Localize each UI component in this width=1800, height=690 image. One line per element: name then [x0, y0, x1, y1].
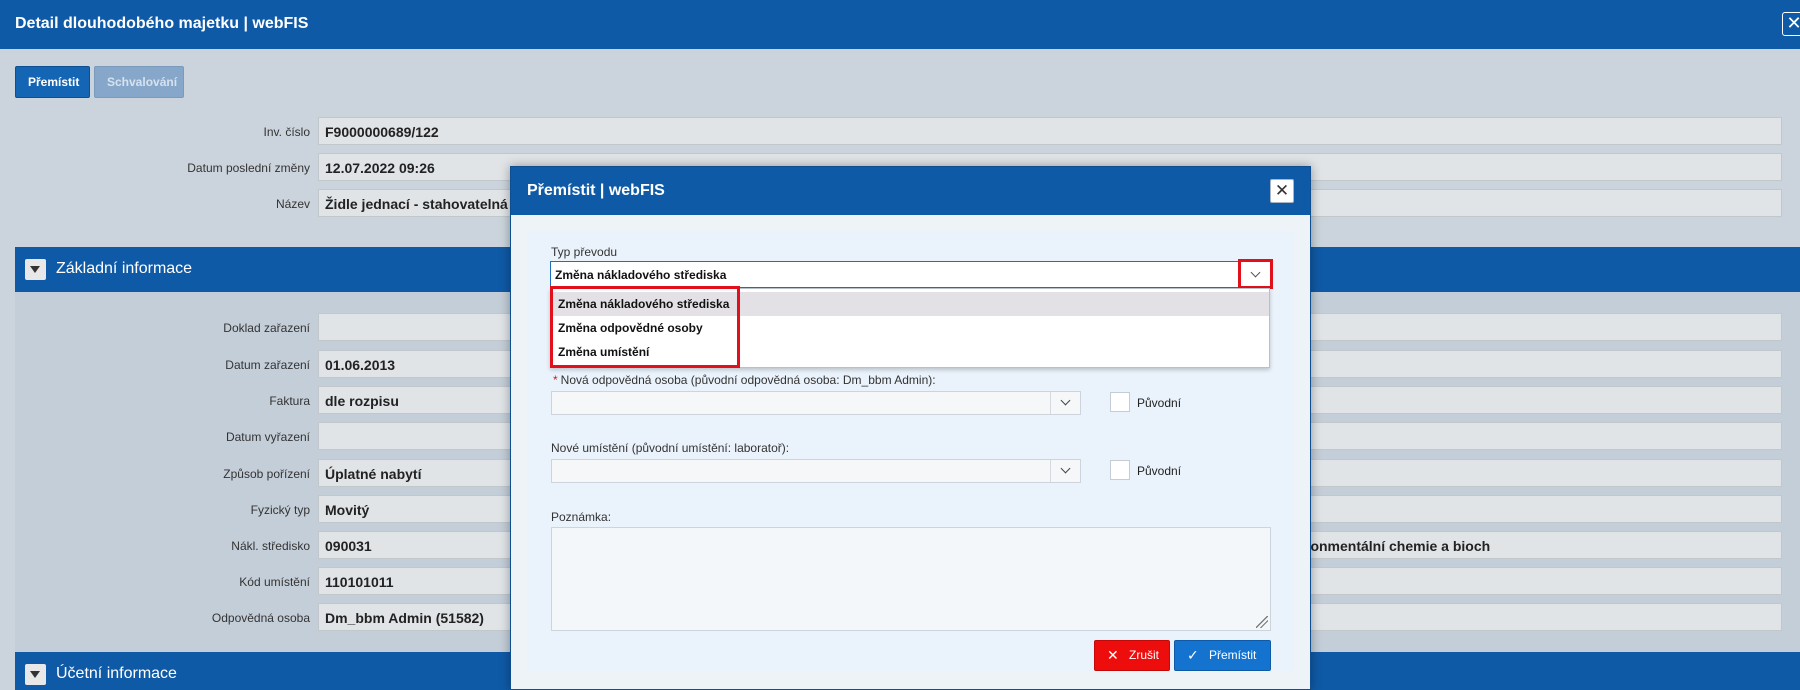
window-close-icon[interactable]: ✕	[1782, 12, 1800, 36]
field-label: Nákl. středisko	[231, 539, 310, 553]
section-title: Účetní informace	[56, 665, 177, 682]
field-label: Faktura	[269, 394, 310, 408]
dialog-close-icon[interactable]: ✕	[1270, 179, 1294, 203]
original-location-label: Původní	[1137, 464, 1182, 478]
close-icon: ✕	[1107, 647, 1119, 663]
field-label: Datum zařazení	[225, 358, 310, 372]
check-icon: ✓	[1187, 647, 1199, 663]
transfer-type-select[interactable]: Změna nákladového střediska	[550, 261, 1270, 288]
new-location-combobox[interactable]	[551, 459, 1081, 483]
field-label: Název	[275, 197, 310, 211]
tab-premistit[interactable]: Přemístit	[15, 66, 90, 98]
collapse-triangle-icon[interactable]	[25, 664, 46, 685]
new-location-label: Nové umístění (původní umístění: laborat…	[551, 441, 790, 455]
new-person-label: * Nová odpovědná osoba (původní odpovědná…	[553, 373, 936, 387]
window-title: Detail dlouhodobého majetku | webFIS	[15, 15, 309, 32]
field-inv-cislo: Inv. číslo F9000000689/122	[0, 117, 1800, 147]
chevron-down-icon[interactable]	[1050, 460, 1080, 482]
chevron-down-icon[interactable]	[1050, 392, 1080, 414]
transfer-type-label: Typ převodu	[551, 245, 618, 259]
field-label: Datum poslední změny	[187, 161, 310, 175]
tab-schvalovani[interactable]: Schvalování	[94, 66, 184, 98]
move-button-label: Přemístit	[1209, 648, 1257, 662]
dropdown-highlight-box	[550, 286, 740, 368]
nakl-stredisko-name: ronmentální chemie a bioch	[1305, 538, 1491, 554]
cancel-button[interactable]: ✕ Zrušit	[1094, 640, 1170, 671]
field-label: Inv. číslo	[263, 125, 310, 139]
field-label: Fyzický typ	[250, 503, 310, 517]
field-label: Odpovědná osoba	[211, 611, 310, 625]
field-label: Způsob pořízení	[223, 467, 310, 481]
new-person-combobox[interactable]	[551, 391, 1081, 415]
dialog-title: Přemístit | webFIS	[527, 182, 665, 199]
cancel-button-label: Zrušit	[1129, 648, 1159, 662]
transfer-type-value: Změna nákladového střediska	[555, 268, 727, 282]
dialog-header: Přemístit | webFIS ✕	[511, 167, 1310, 215]
note-label: Poznámka:	[551, 510, 612, 524]
required-mark: *	[553, 373, 558, 387]
original-person-checkbox[interactable]	[1110, 392, 1130, 412]
field-label: Datum vyřazení	[225, 430, 310, 444]
field-label: Doklad zařazení	[223, 321, 310, 335]
chevron-down-icon[interactable]	[1238, 259, 1273, 289]
move-button[interactable]: ✓ Přemístit	[1174, 640, 1271, 671]
original-location-checkbox[interactable]	[1110, 460, 1130, 480]
note-textarea[interactable]	[551, 527, 1271, 631]
original-person-label: Původní	[1137, 396, 1182, 410]
field-value: F9000000689/122	[318, 117, 1782, 145]
resize-grip-icon[interactable]	[1256, 616, 1268, 628]
section-title: Základní informace	[56, 260, 193, 277]
collapse-triangle-icon[interactable]	[25, 259, 46, 280]
new-person-label-text: Nová odpovědná osoba (původní odpovědná …	[560, 373, 936, 387]
field-label: Kód umístění	[239, 575, 310, 589]
window-title-bar: Detail dlouhodobého majetku | webFIS ✕	[0, 0, 1800, 49]
